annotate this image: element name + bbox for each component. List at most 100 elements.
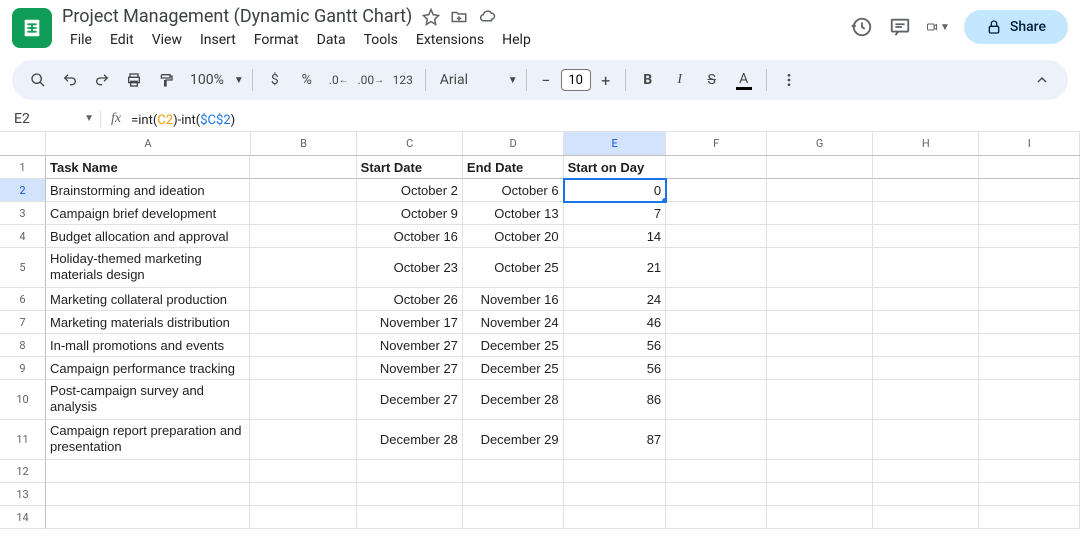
bold-button[interactable]: B	[634, 66, 662, 94]
cell[interactable]	[666, 311, 767, 334]
row-header[interactable]: 3	[0, 202, 46, 225]
cell[interactable]	[767, 311, 873, 334]
cell[interactable]: October 20	[463, 225, 564, 248]
cell[interactable]	[873, 179, 979, 202]
cell[interactable]: End Date	[463, 156, 564, 179]
decrease-decimal-icon[interactable]: .0←	[325, 66, 353, 94]
cell[interactable]	[767, 202, 873, 225]
text-color-button[interactable]: A	[730, 66, 758, 94]
cell[interactable]: 86	[564, 380, 667, 420]
cell[interactable]	[767, 156, 873, 179]
cell[interactable]: November 27	[357, 357, 463, 380]
row-header[interactable]: 8	[0, 334, 46, 357]
cell[interactable]	[250, 225, 356, 248]
cell[interactable]	[979, 156, 1080, 179]
meet-icon[interactable]: ▼	[926, 15, 950, 39]
cell[interactable]	[666, 288, 767, 311]
cell[interactable]	[46, 483, 250, 506]
row-header[interactable]: 12	[0, 460, 46, 483]
font-family-dropdown[interactable]: Arial	[434, 72, 504, 88]
cell[interactable]	[873, 357, 979, 380]
cell[interactable]: Brainstorming and ideation	[46, 179, 250, 202]
column-header-G[interactable]: G	[767, 132, 873, 155]
cell[interactable]	[979, 506, 1080, 529]
sheets-logo[interactable]	[12, 8, 52, 48]
cell[interactable]	[979, 225, 1080, 248]
cell[interactable]	[979, 380, 1080, 420]
increase-font-size-button[interactable]: +	[595, 69, 617, 91]
cell[interactable]: 0	[564, 179, 667, 202]
cell[interactable]: October 23	[357, 248, 463, 288]
cell[interactable]: November 17	[357, 311, 463, 334]
cell[interactable]	[666, 248, 767, 288]
cell[interactable]: Start on Day	[564, 156, 667, 179]
cell[interactable]: Start Date	[357, 156, 463, 179]
menu-extensions[interactable]: Extensions	[408, 29, 492, 51]
row-header[interactable]: 13	[0, 483, 46, 506]
cell[interactable]: Post-campaign survey and analysis	[46, 380, 250, 420]
cell[interactable]	[250, 506, 356, 529]
menu-insert[interactable]: Insert	[192, 29, 244, 51]
cell[interactable]	[873, 156, 979, 179]
cell[interactable]	[979, 202, 1080, 225]
cell[interactable]	[979, 311, 1080, 334]
cloud-status-icon[interactable]	[478, 8, 496, 26]
cell[interactable]	[873, 506, 979, 529]
cell[interactable]	[666, 179, 767, 202]
row-header[interactable]: 9	[0, 357, 46, 380]
cell[interactable]	[564, 483, 667, 506]
row-header[interactable]: 7	[0, 311, 46, 334]
cell[interactable]: 7	[564, 202, 667, 225]
cell[interactable]	[666, 380, 767, 420]
undo-icon[interactable]	[56, 66, 84, 94]
cell[interactable]	[666, 334, 767, 357]
cell[interactable]: 14	[564, 225, 667, 248]
cell[interactable]: November 27	[357, 334, 463, 357]
cell[interactable]	[979, 248, 1080, 288]
cell[interactable]: October 25	[463, 248, 564, 288]
row-header[interactable]: 4	[0, 225, 46, 248]
cell[interactable]	[873, 420, 979, 460]
currency-button[interactable]: $	[261, 66, 289, 94]
cell[interactable]: 24	[564, 288, 667, 311]
cell[interactable]	[250, 334, 356, 357]
cell[interactable]	[767, 334, 873, 357]
cell[interactable]	[46, 460, 250, 483]
menu-edit[interactable]: Edit	[102, 29, 142, 51]
decrease-font-size-button[interactable]: −	[535, 69, 557, 91]
menu-help[interactable]: Help	[494, 29, 539, 51]
cell[interactable]	[979, 483, 1080, 506]
column-header-A[interactable]: A	[46, 132, 251, 155]
cell[interactable]	[666, 156, 767, 179]
more-toolbar-icon[interactable]	[775, 66, 803, 94]
share-button[interactable]: Share	[964, 10, 1068, 44]
cell[interactable]	[979, 420, 1080, 460]
collapse-toolbar-icon[interactable]	[1028, 66, 1056, 94]
cell[interactable]	[666, 357, 767, 380]
cell[interactable]	[666, 420, 767, 460]
cell[interactable]	[767, 225, 873, 248]
cell[interactable]	[250, 380, 356, 420]
cell[interactable]: Campaign performance tracking	[46, 357, 250, 380]
cell[interactable]: December 25	[463, 334, 564, 357]
cell[interactable]	[767, 357, 873, 380]
row-header[interactable]: 10	[0, 380, 46, 420]
increase-decimal-icon[interactable]: .00→	[357, 66, 385, 94]
cell[interactable]	[873, 311, 979, 334]
menu-view[interactable]: View	[144, 29, 190, 51]
cell[interactable]	[250, 179, 356, 202]
cell[interactable]	[873, 225, 979, 248]
cell[interactable]	[666, 483, 767, 506]
column-header-B[interactable]: B	[251, 132, 357, 155]
column-header-H[interactable]: H	[873, 132, 979, 155]
cell[interactable]	[767, 380, 873, 420]
cell[interactable]: December 27	[357, 380, 463, 420]
cell[interactable]	[873, 334, 979, 357]
menu-tools[interactable]: Tools	[356, 29, 406, 51]
cell[interactable]	[250, 288, 356, 311]
cell[interactable]: October 6	[463, 179, 564, 202]
column-header-D[interactable]: D	[463, 132, 564, 155]
cell[interactable]	[979, 179, 1080, 202]
star-icon[interactable]	[422, 8, 440, 26]
cell[interactable]	[357, 506, 463, 529]
